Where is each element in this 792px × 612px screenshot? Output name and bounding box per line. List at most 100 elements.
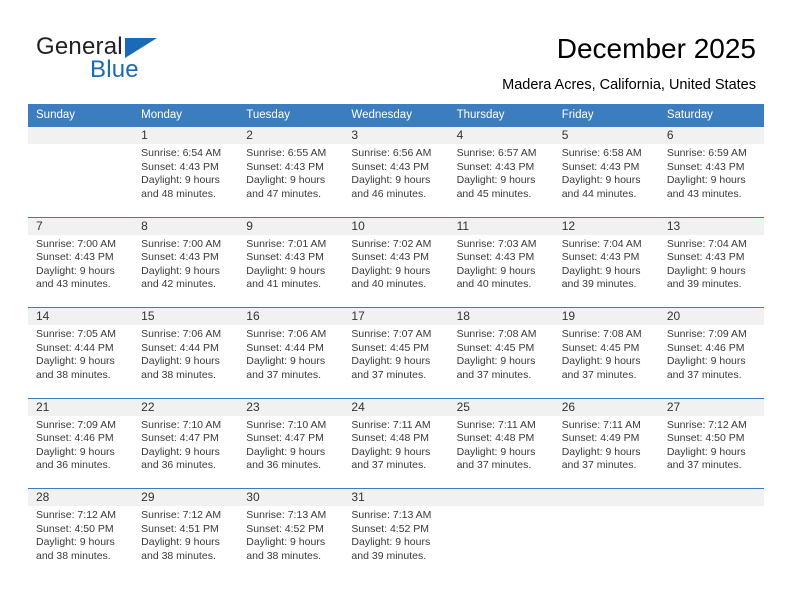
sunset-text: Sunset: 4:46 PM [36,432,114,445]
day-number: 3 [343,127,449,144]
day-number: 12 [553,217,659,235]
day-number: 15 [133,308,239,325]
day-cell[interactable]: 22 Sunrise: 7:10 AM Sunset: 4:47 PM Dayl… [133,397,239,482]
sunset-text: Sunset: 4:43 PM [36,251,114,264]
daylight-text-cont: and 38 minutes. [141,549,216,562]
day-cell[interactable] [28,126,134,211]
sunset-text: Sunset: 4:44 PM [141,341,219,354]
sunrise-text: Sunrise: 7:12 AM [666,418,747,431]
day-cell[interactable]: 11 Sunrise: 7:03 AM Sunset: 4:43 PM Dayl… [448,216,554,301]
day-cell[interactable]: 23 Sunrise: 7:10 AM Sunset: 4:47 PM Dayl… [238,397,344,482]
sunset-text: Sunset: 4:50 PM [36,522,114,535]
day-number: 14 [28,308,134,325]
day-cell[interactable]: 9 Sunrise: 7:01 AM Sunset: 4:43 PM Dayli… [238,216,344,301]
day-info: Sunrise: 7:07 AM Sunset: 4:45 PM Dayligh… [343,325,448,382]
day-cell[interactable]: 27 Sunrise: 7:12 AM Sunset: 4:50 PM Dayl… [658,397,764,482]
day-cell[interactable]: 21 Sunrise: 7:09 AM Sunset: 4:46 PM Dayl… [28,397,134,482]
daylight-text-cont: and 38 minutes. [36,368,111,381]
calendar-week-row: 1 Sunrise: 6:54 AM Sunset: 4:43 PM Dayli… [28,126,764,211]
sunset-text: Sunset: 4:49 PM [561,432,640,445]
daylight-text: Daylight: 9 hours [561,355,641,368]
day-cell[interactable]: 19 Sunrise: 7:08 AM Sunset: 4:45 PM Dayl… [553,307,659,392]
day-cell[interactable]: 24 Sunrise: 7:11 AM Sunset: 4:48 PM Dayl… [343,397,449,482]
day-info: Sunrise: 7:06 AM Sunset: 4:44 PM Dayligh… [133,325,238,382]
day-cell[interactable]: 15 Sunrise: 7:06 AM Sunset: 4:44 PM Dayl… [133,307,239,392]
sunset-text: Sunset: 4:48 PM [456,432,535,445]
daylight-text: Daylight: 9 hours [456,174,536,187]
day-number: 4 [448,127,554,144]
day-cell[interactable]: 7 Sunrise: 7:00 AM Sunset: 4:43 PM Dayli… [28,216,134,301]
day-cell[interactable]: 31 Sunrise: 7:13 AM Sunset: 4:52 PM Dayl… [343,488,449,573]
daylight-text: Daylight: 9 hours [351,536,431,549]
day-cell[interactable]: 28 Sunrise: 7:12 AM Sunset: 4:50 PM Dayl… [28,488,134,573]
daylight-text-cont: and 37 minutes. [351,459,427,472]
day-cell[interactable]: 30 Sunrise: 7:13 AM Sunset: 4:52 PM Dayl… [238,488,344,573]
day-info: Sunrise: 7:06 AM Sunset: 4:44 PM Dayligh… [238,325,343,382]
page-title: December 2025 [556,33,756,64]
sunset-text: Sunset: 4:43 PM [666,251,745,264]
day-info: Sunrise: 6:56 AM Sunset: 4:43 PM Dayligh… [343,144,448,201]
day-number: 10 [343,217,449,235]
day-cell[interactable]: 10 Sunrise: 7:02 AM Sunset: 4:43 PM Dayl… [343,216,449,301]
sunset-text: Sunset: 4:43 PM [561,160,640,173]
day-number: 21 [28,398,134,416]
daylight-text-cont: and 37 minutes. [561,459,637,472]
day-cell[interactable]: 17 Sunrise: 7:07 AM Sunset: 4:45 PM Dayl… [343,307,449,392]
general-blue-logo[interactable]: General Blue [36,33,266,85]
day-info: Sunrise: 6:54 AM Sunset: 4:43 PM Dayligh… [133,144,238,201]
calendar-table: Sunday Monday Tuesday Wednesday Thursday… [28,104,764,573]
day-cell[interactable]: 1 Sunrise: 6:54 AM Sunset: 4:43 PM Dayli… [133,126,239,211]
daylight-text-cont: and 37 minutes. [246,368,321,381]
day-info: Sunrise: 7:02 AM Sunset: 4:43 PM Dayligh… [343,235,448,292]
day-cell[interactable]: 6 Sunrise: 6:59 AM Sunset: 4:43 PM Dayli… [658,126,764,211]
day-cell[interactable]: 26 Sunrise: 7:11 AM Sunset: 4:49 PM Dayl… [553,397,659,482]
day-cell[interactable]: 14 Sunrise: 7:05 AM Sunset: 4:44 PM Dayl… [28,307,134,392]
sunrise-text: Sunrise: 7:04 AM [666,237,747,250]
day-number: 1 [133,127,239,144]
day-cell[interactable] [448,488,554,573]
day-cell[interactable] [658,488,764,573]
day-cell[interactable]: 3 Sunrise: 6:56 AM Sunset: 4:43 PM Dayli… [343,126,449,211]
day-cell[interactable]: 12 Sunrise: 7:04 AM Sunset: 4:43 PM Dayl… [553,216,659,301]
day-cell[interactable]: 4 Sunrise: 6:57 AM Sunset: 4:43 PM Dayli… [448,126,554,211]
sunset-text: Sunset: 4:45 PM [561,341,640,354]
day-number: 24 [343,398,449,416]
day-cell[interactable]: 18 Sunrise: 7:08 AM Sunset: 4:45 PM Dayl… [448,307,554,392]
sunset-text: Sunset: 4:52 PM [351,522,430,535]
sunrise-text: Sunrise: 7:00 AM [36,237,116,250]
day-cell[interactable]: 16 Sunrise: 7:06 AM Sunset: 4:44 PM Dayl… [238,307,344,392]
sunset-text: Sunset: 4:45 PM [351,341,430,354]
daylight-text: Daylight: 9 hours [456,264,536,277]
daylight-text: Daylight: 9 hours [246,174,326,187]
sunrise-text: Sunrise: 7:08 AM [456,328,537,340]
day-info [659,506,764,509]
daylight-text-cont: and 37 minutes. [351,368,427,381]
weekday-header-saturday: Saturday [658,104,764,127]
calendar-header-row: Sunday Monday Tuesday Wednesday Thursday… [28,104,764,127]
daylight-text: Daylight: 9 hours [351,445,431,458]
sunset-text: Sunset: 4:43 PM [351,251,430,264]
sunrise-text: Sunrise: 7:07 AM [351,328,432,340]
sunset-text: Sunset: 4:47 PM [141,432,219,445]
day-cell[interactable]: 29 Sunrise: 7:12 AM Sunset: 4:51 PM Dayl… [133,488,239,573]
day-cell[interactable]: 5 Sunrise: 6:58 AM Sunset: 4:43 PM Dayli… [553,126,659,211]
sunrise-text: Sunrise: 7:03 AM [456,237,537,250]
day-info: Sunrise: 7:08 AM Sunset: 4:45 PM Dayligh… [449,325,554,382]
day-cell[interactable]: 25 Sunrise: 7:11 AM Sunset: 4:48 PM Dayl… [448,397,554,482]
day-cell[interactable]: 20 Sunrise: 7:09 AM Sunset: 4:46 PM Dayl… [658,307,764,392]
day-info: Sunrise: 7:11 AM Sunset: 4:48 PM Dayligh… [449,416,554,473]
day-cell[interactable] [553,488,659,573]
daylight-text: Daylight: 9 hours [36,445,115,458]
day-cell[interactable]: 2 Sunrise: 6:55 AM Sunset: 4:43 PM Dayli… [238,126,344,211]
daylight-text-cont: and 47 minutes. [246,187,321,200]
sunrise-text: Sunrise: 7:11 AM [561,418,641,431]
sunset-text: Sunset: 4:43 PM [351,160,430,173]
sunrise-text: Sunrise: 7:04 AM [561,237,642,250]
day-cell[interactable]: 8 Sunrise: 7:00 AM Sunset: 4:43 PM Dayli… [133,216,239,301]
day-cell[interactable]: 13 Sunrise: 7:04 AM Sunset: 4:43 PM Dayl… [658,216,764,301]
daylight-text: Daylight: 9 hours [141,536,220,549]
daylight-text-cont: and 39 minutes. [351,549,427,562]
daylight-text: Daylight: 9 hours [36,536,115,549]
daylight-text-cont: and 38 minutes. [36,549,111,562]
sunset-text: Sunset: 4:43 PM [141,160,219,173]
